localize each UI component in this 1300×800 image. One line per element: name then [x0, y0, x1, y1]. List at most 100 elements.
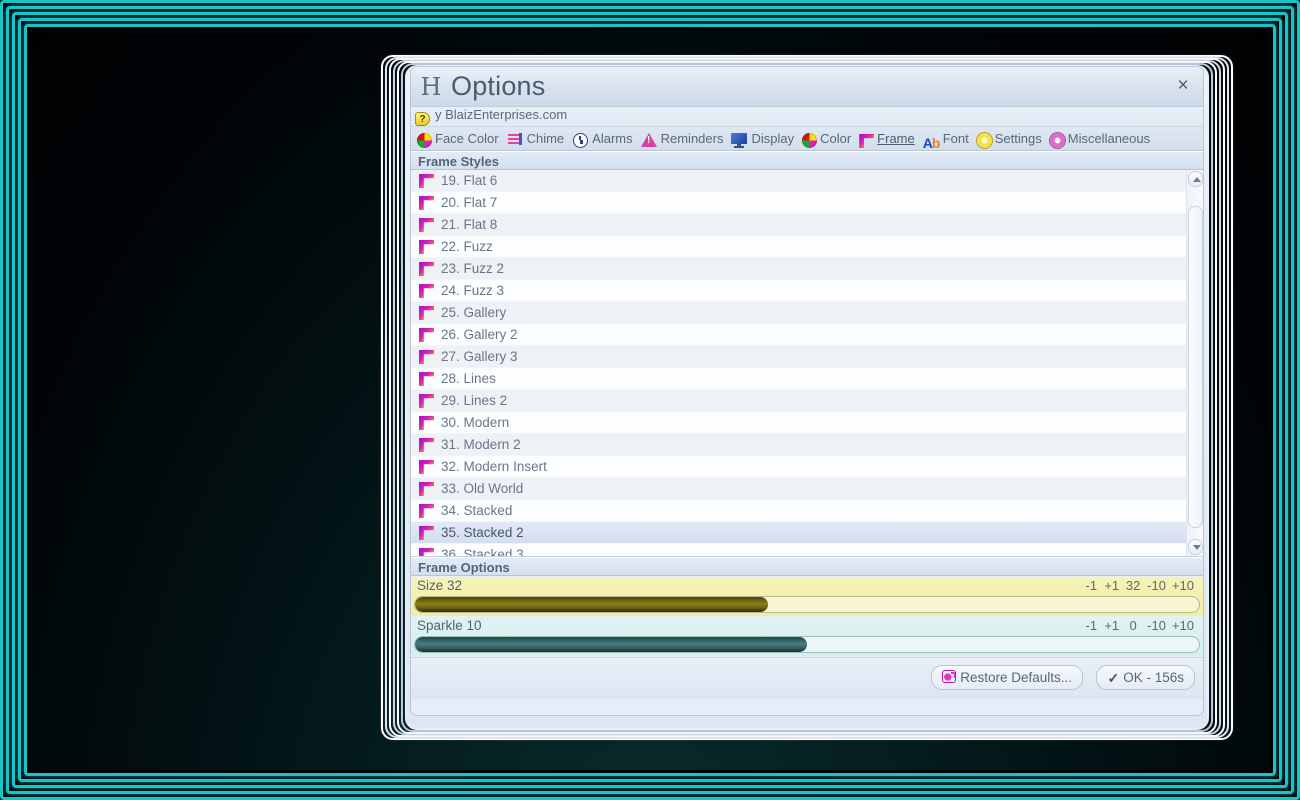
list-item[interactable]: 22. Fuzz	[411, 236, 1186, 258]
list-item[interactable]: 19. Flat 6	[411, 170, 1186, 192]
list-item-number: 21	[441, 217, 457, 232]
list-item[interactable]: 27. Gallery 3	[411, 346, 1186, 368]
list-scrollbar[interactable]	[1186, 170, 1203, 556]
list-item[interactable]: 34. Stacked	[411, 500, 1186, 522]
tab-settings[interactable]: Settings	[975, 127, 1048, 151]
list-item-label: Old World	[463, 481, 524, 496]
list-item-label: Stacked 3	[463, 547, 524, 556]
list-item-label: Modern	[463, 415, 510, 430]
slider-sparkle-fill	[415, 637, 807, 652]
chevron-up-icon	[1192, 177, 1201, 182]
tab-label: Frame	[877, 131, 915, 146]
scrollbar-thumb[interactable]	[1188, 206, 1203, 528]
list-item-number: 30	[441, 415, 457, 430]
frame-styles-list[interactable]: 19. Flat 6 20. Flat 7 21. Flat 8 22. Fuzz 23…	[411, 170, 1203, 557]
list-item[interactable]: 26. Gallery 2	[411, 324, 1186, 346]
dialog-body: H Options × ? y BlaizEnterprises.com Face…	[410, 66, 1204, 716]
tab-alarms[interactable]: Alarms	[570, 127, 638, 151]
list-item-number: 23	[441, 261, 457, 276]
slider-size-plus-10[interactable]: +10	[1169, 578, 1197, 593]
slider-sparkle-plus-10[interactable]: +10	[1169, 618, 1197, 633]
frame-style-icon	[419, 372, 434, 386]
tab-font[interactable]: Ab Font	[921, 127, 975, 151]
frame-style-icon	[419, 196, 434, 210]
list-item-number: 19	[441, 173, 457, 188]
slider-sparkle-label: Sparkle 10	[417, 618, 482, 633]
list-item-label: Stacked 2	[463, 525, 524, 540]
reminders-icon	[640, 132, 658, 148]
list-item-label: Fuzz 2	[463, 261, 505, 276]
slider-size-plus-1[interactable]: +1	[1101, 578, 1122, 593]
list-item[interactable]: 35. Stacked 2	[411, 522, 1186, 544]
tab-reminders[interactable]: Reminders	[639, 127, 730, 151]
list-item[interactable]: 21. Flat 8	[411, 214, 1186, 236]
frame-style-icon	[419, 350, 434, 364]
tab-label: Face Color	[435, 131, 499, 146]
list-item[interactable]: 31. Modern 2	[411, 434, 1186, 456]
list-item[interactable]: 32. Modern Insert	[411, 456, 1186, 478]
list-item[interactable]: 20. Flat 7	[411, 192, 1186, 214]
list-item-label: Fuzz	[463, 239, 493, 254]
frame-style-icon	[419, 284, 434, 298]
tab-label: Color	[820, 131, 852, 146]
slider-size[interactable]: Size 32 -1 +1 32 -10 +10	[411, 577, 1203, 616]
help-icon[interactable]: ?	[415, 112, 430, 126]
frame-style-icon	[419, 394, 434, 408]
restore-defaults-label: Restore Defaults...	[960, 670, 1072, 685]
list-item-label: Stacked	[463, 503, 513, 518]
list-item[interactable]: 28. Lines	[411, 368, 1186, 390]
list-item-number: 35	[441, 525, 457, 540]
list-item[interactable]: 30. Modern	[411, 412, 1186, 434]
frame-options-sliders[interactable]: Size 32 -1 +1 32 -10 +10 Sparkle 10 -1 +1 0 -10 +10	[411, 577, 1203, 656]
list-item-number: 24	[441, 283, 457, 298]
tab-frame[interactable]: Frame	[857, 127, 921, 151]
frame-icon	[859, 134, 875, 148]
slider-sparkle-minus-10[interactable]: -10	[1144, 618, 1169, 633]
list-item-label: Flat 6	[463, 173, 498, 188]
ok-button[interactable]: ✓ OK - 156s	[1096, 665, 1195, 690]
close-icon[interactable]: ×	[1169, 73, 1197, 99]
scroll-up-button[interactable]	[1188, 171, 1203, 187]
slider-size-minus-10[interactable]: -10	[1144, 578, 1169, 593]
ok-button-label: OK - 156s	[1123, 670, 1184, 685]
misc-gear-icon	[1049, 133, 1065, 148]
frame-style-icon	[419, 460, 434, 474]
restore-defaults-button[interactable]: Restore Defaults...	[931, 665, 1083, 690]
list-item[interactable]: 36. Stacked 3	[411, 544, 1186, 556]
dialog-footer: Restore Defaults... ✓ OK - 156s	[411, 657, 1203, 699]
frame-options-header: Frame Options	[411, 557, 1203, 576]
slider-sparkle-stepper[interactable]: -1 +1 0 -10 +10	[1081, 618, 1197, 633]
frame-style-icon	[419, 504, 434, 518]
list-item[interactable]: 24. Fuzz 3	[411, 280, 1186, 302]
list-item-number: 29	[441, 393, 457, 408]
scroll-down-button[interactable]	[1188, 539, 1203, 555]
list-item-label: Lines 2	[463, 393, 508, 408]
title-bar[interactable]: H Options ×	[411, 67, 1203, 107]
tab-chime[interactable]: Chime	[505, 127, 571, 151]
slider-sparkle-minus-1[interactable]: -1	[1081, 618, 1101, 633]
slider-sparkle-track[interactable]	[414, 636, 1200, 653]
list-item[interactable]: 33. Old World	[411, 478, 1186, 500]
page-title: Options	[451, 71, 546, 101]
slider-size-stepper[interactable]: -1 +1 32 -10 +10	[1081, 578, 1197, 593]
tab-color[interactable]: Color	[800, 127, 857, 151]
settings-gear-icon	[976, 133, 992, 148]
list-item[interactable]: 23. Fuzz 2	[411, 258, 1186, 280]
tab-miscellaneous[interactable]: Miscellaneous	[1048, 127, 1156, 151]
tab-bar[interactable]: Face Color Chime Alarms Reminders Display Col…	[411, 127, 1203, 151]
slider-size-minus-1[interactable]: -1	[1081, 578, 1101, 593]
slider-size-track[interactable]	[414, 596, 1200, 613]
frame-style-icon	[419, 526, 434, 540]
list-item-label: Gallery 2	[463, 327, 518, 342]
slider-sparkle-plus-1[interactable]: +1	[1101, 618, 1122, 633]
slider-sparkle[interactable]: Sparkle 10 -1 +1 0 -10 +10	[411, 617, 1203, 656]
frame-style-icon	[419, 240, 434, 254]
slider-size-fill	[415, 597, 768, 612]
options-dialog[interactable]: H Options × ? y BlaizEnterprises.com Face…	[381, 55, 1233, 740]
list-item[interactable]: 29. Lines 2	[411, 390, 1186, 412]
list-item[interactable]: 25. Gallery	[411, 302, 1186, 324]
tab-face-color[interactable]: Face Color	[415, 127, 505, 151]
tab-display[interactable]: Display	[729, 127, 800, 151]
tab-label: Alarms	[592, 131, 633, 146]
tab-label: Reminders	[660, 131, 724, 146]
